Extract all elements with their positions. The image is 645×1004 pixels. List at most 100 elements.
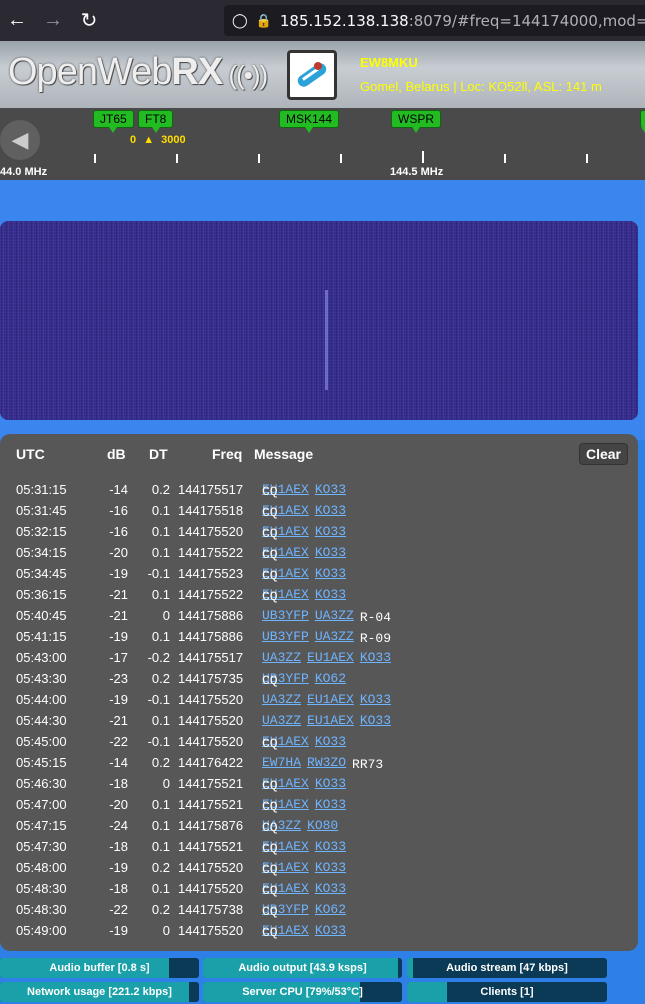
utc-cell: 05:45:00 — [16, 734, 67, 749]
utc-cell: 05:36:15 — [16, 587, 67, 602]
utc-cell: 05:40:45 — [16, 608, 67, 623]
callsign-link[interactable]: KO33 — [315, 776, 346, 791]
clear-button[interactable]: Clear — [578, 443, 628, 465]
message-token: CQ — [262, 505, 278, 520]
utc-cell: 05:43:00 — [16, 650, 67, 665]
callsign-link[interactable]: KO33 — [315, 923, 346, 938]
openwebrx-logo[interactable]: OpenWebRX ((•)) — [8, 51, 268, 94]
scale-tick — [340, 154, 342, 163]
status-bar: Audio output [43.9 ksps] — [203, 958, 402, 978]
message-cell: CQ EU1AEX KO33 — [262, 881, 352, 898]
lock-icon[interactable]: 🔒 — [256, 13, 272, 29]
callsign-link[interactable]: UA3ZZ — [262, 713, 301, 728]
utc-cell: 05:47:15 — [16, 818, 67, 833]
message-token: CQ — [262, 589, 278, 604]
shield-icon[interactable]: ◯ — [232, 12, 248, 29]
callsign-link[interactable]: UA3ZZ — [262, 650, 301, 665]
db-cell: -19 — [109, 860, 128, 875]
message-token: CQ — [262, 568, 278, 583]
callsign-link[interactable]: KO33 — [315, 797, 346, 812]
passband-indicator[interactable]: 0 ▲ 3000 — [130, 134, 186, 146]
db-cell: -16 — [109, 503, 128, 518]
status-bar-label: Audio stream [47 kbps] — [446, 962, 568, 974]
freq-cell: 144175735 — [178, 671, 244, 686]
scale-tick — [258, 154, 260, 163]
callsign-link[interactable]: KO33 — [315, 587, 346, 602]
decoder-row: 05:31:45 -16 0.1 144175518 CQ EU1AEX KO33 — [0, 501, 638, 522]
dt-cell: 0.2 — [151, 860, 170, 875]
bookmark-jt65[interactable]: JT65 — [93, 110, 134, 133]
freq-cell: 144175521 — [178, 797, 244, 812]
callsign-link[interactable]: KO33 — [315, 881, 346, 896]
decoder-row: 05:34:45 -19 -0.1 144175523 CQ EU1AEX KO33 — [0, 564, 638, 585]
callsign-link[interactable]: UB3YFP — [262, 608, 309, 623]
scale-tick-major — [422, 151, 424, 163]
callsign-link[interactable]: EU1AEX — [307, 650, 354, 665]
status-bar: Server CPU [79%/53°C] — [203, 982, 402, 1002]
freq-cell: 144175520 — [178, 734, 244, 749]
logo-open-text: Open — [8, 51, 98, 93]
status-bar-label: Audio buffer [0.8 s] — [49, 962, 150, 974]
callsign-link[interactable]: UA3ZZ — [315, 608, 354, 623]
callsign-link[interactable]: KO33 — [360, 713, 391, 728]
callsign-link[interactable]: EU1AEX — [307, 692, 354, 707]
db-cell: -18 — [109, 776, 128, 791]
db-cell: -24 — [109, 818, 128, 833]
dt-cell: 0.1 — [151, 818, 170, 833]
callsign-link[interactable]: UA3ZZ — [315, 629, 354, 644]
db-cell: -19 — [109, 923, 128, 938]
callsign-link[interactable]: KO62 — [315, 671, 346, 686]
message-cell: CQ EU1AEX KO33 — [262, 524, 352, 541]
db-cell: -20 — [109, 797, 128, 812]
url-bar[interactable]: ◯ 🔒 185.152.138.138 :8079/#freq=14417400… — [224, 5, 645, 36]
freq-cell: 144175520 — [178, 713, 244, 728]
db-cell: -22 — [109, 902, 128, 917]
open-panel-left-arrow-icon[interactable]: ◀ — [0, 120, 40, 160]
radio-waves-icon: ((•)) — [222, 60, 268, 90]
forward-arrow-icon[interactable]: → — [38, 6, 68, 36]
col-dt: DT — [149, 446, 168, 462]
dt-cell: 0.1 — [151, 839, 170, 854]
callsign-link[interactable]: KO33 — [315, 503, 346, 518]
callsign-link[interactable]: KO33 — [315, 566, 346, 581]
utc-cell: 05:44:30 — [16, 713, 67, 728]
callsign-link[interactable]: KO62 — [315, 902, 346, 917]
callsign-link[interactable]: KO33 — [315, 734, 346, 749]
logo-rx-text: RX — [171, 51, 223, 93]
bookmark-ft8[interactable]: FT8 — [138, 110, 174, 133]
callsign-link[interactable]: KO33 — [315, 524, 346, 539]
utc-cell: 05:31:15 — [16, 482, 67, 497]
message-token: CQ — [262, 841, 278, 856]
frequency-scale[interactable]: ◀ JT65 FT8 MSK144 WSPR 0 ▲ 3000 44.0 MHz… — [0, 108, 645, 180]
decoder-rows[interactable]: 05:31:15 -14 0.2 144175517 CQ EU1AEX KO33 05:31… — [0, 466, 638, 942]
callsign-link[interactable]: KO33 — [315, 482, 346, 497]
callsign-link[interactable]: KO33 — [315, 839, 346, 854]
bookmark-wspr[interactable]: WSPR — [391, 110, 441, 133]
message-token: CQ — [262, 883, 278, 898]
callsign-link[interactable]: KO33 — [315, 545, 346, 560]
bookmark-msk144[interactable]: MSK144 — [279, 110, 340, 133]
passband-high-label: 3000 — [161, 134, 186, 146]
callsign-link[interactable]: KO33 — [360, 692, 391, 707]
reload-icon[interactable]: ↻ — [74, 6, 104, 36]
utc-cell: 05:31:45 — [16, 503, 67, 518]
utc-cell: 05:47:00 — [16, 797, 67, 812]
callsign-link[interactable]: KO33 — [315, 860, 346, 875]
receiver-avatar[interactable] — [287, 50, 337, 100]
waterfall-display[interactable] — [0, 221, 638, 420]
callsign-link[interactable]: EW7HA — [262, 755, 301, 770]
status-bar-label: Network usage [221.2 kbps] — [27, 986, 172, 998]
decoder-row: 05:45:00 -22 -0.1 144175520 CQ EU1AEX KO33 — [0, 732, 638, 753]
callsign-link[interactable]: EU1AEX — [307, 713, 354, 728]
callsign-link[interactable]: KO33 — [360, 650, 391, 665]
message-token: CQ — [262, 547, 278, 562]
back-arrow-icon[interactable]: ← — [2, 6, 32, 36]
callsign-link[interactable]: UA3ZZ — [262, 692, 301, 707]
bookmark-offscreen[interactable] — [640, 110, 645, 133]
callsign-link[interactable]: KO80 — [307, 818, 338, 833]
scale-tick — [94, 154, 96, 163]
callsign-link[interactable]: RW3ZO — [307, 755, 346, 770]
utc-cell: 05:48:30 — [16, 881, 67, 896]
callsign-link[interactable]: UB3YFP — [262, 629, 309, 644]
decoder-table-header: UTC dB DT Freq Message — [0, 446, 638, 466]
